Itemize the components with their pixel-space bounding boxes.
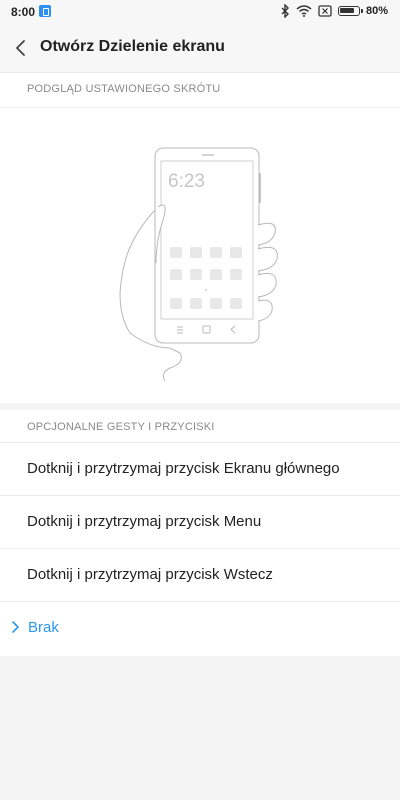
chevron-right-icon (12, 621, 19, 633)
notification-app-icon (39, 5, 51, 17)
option-home-button[interactable]: Dotknij i przytrzymaj przycisk Ekranu gł… (0, 443, 400, 495)
status-time: 8:00 (11, 5, 36, 19)
screen: 8:00 80% Otwórz Dzielenie ekranu PODGLĄD… (0, 0, 400, 800)
option-label: Dotknij i przytrzymaj przycisk Wstecz (27, 566, 273, 583)
options-section-title: OPCJONALNE GESTY I PRZYCISKI (27, 421, 215, 433)
status-icons: 80% (280, 4, 388, 18)
phone-hand-illustration: 6:23 (119, 147, 278, 382)
option-label: Dotknij i przytrzymaj przycisk Menu (27, 513, 262, 530)
preview-section-title: PODGLĄD USTAWIONEGO SKRÓTU (27, 83, 221, 95)
wifi-icon (296, 5, 312, 17)
app-header: Otwórz Dzielenie ekranu (0, 24, 400, 72)
phone-time: 6:23 (168, 171, 205, 192)
bluetooth-icon (281, 4, 289, 18)
option-label: Brak (28, 619, 59, 636)
chevron-left-icon[interactable] (12, 36, 32, 60)
preview-section: PODGLĄD USTAWIONEGO SKRÓTU 6:23 (0, 72, 400, 403)
divider (0, 107, 400, 108)
battery-icon (337, 6, 363, 16)
option-label: Dotknij i przytrzymaj przycisk Ekranu gł… (27, 460, 340, 477)
option-none[interactable]: Brak (0, 602, 400, 654)
option-back-button[interactable]: Dotknij i przytrzymaj przycisk Wstecz (0, 549, 400, 601)
battery-percent: 80% (365, 5, 388, 17)
sim-icon (318, 5, 332, 17)
options-section: OPCJONALNE GESTY I PRZYCISKI Dotknij i p… (0, 410, 400, 656)
status-bar: 8:00 80% (0, 0, 400, 24)
page-title: Otwórz Dzielenie ekranu (40, 38, 225, 55)
option-menu-button[interactable]: Dotknij i przytrzymaj przycisk Menu (0, 496, 400, 548)
